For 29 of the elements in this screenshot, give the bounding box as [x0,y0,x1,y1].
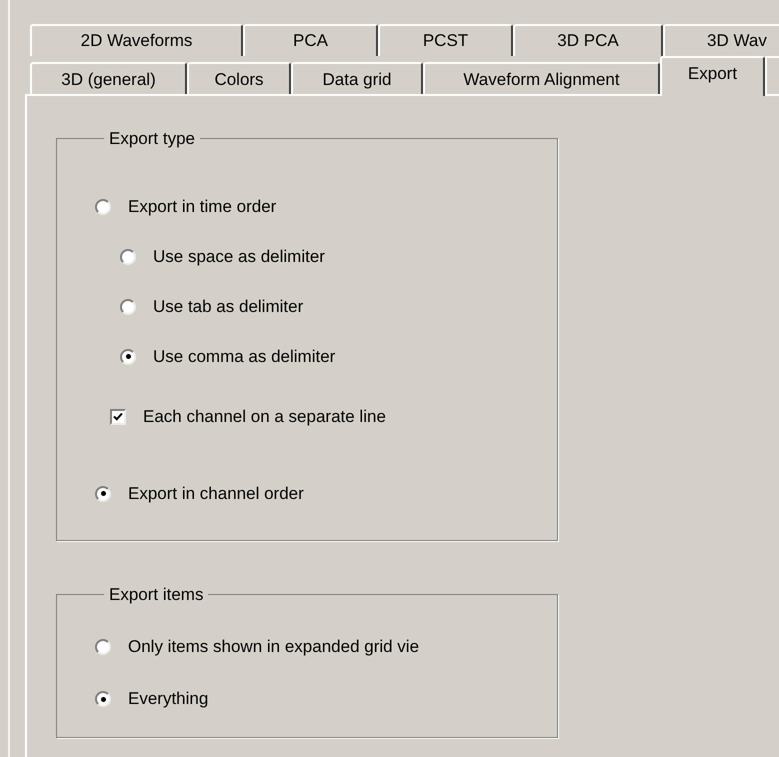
tab[interactable]: 3D (general) [30,62,187,96]
option-label: Use space as delimiter [153,246,325,268]
checkbox[interactable] [110,408,126,424]
tab[interactable]: PCST [378,24,513,56]
tab[interactable]: Colors [187,62,291,96]
radio-button[interactable] [95,198,111,214]
option-label: Use comma as delimiter [153,346,336,368]
option-label: Export in channel order [128,482,304,505]
group-title: Export items [108,584,204,606]
option-label: Everything [128,688,208,710]
option-label: Only items shown in expanded grid vie [128,636,420,658]
radio-button[interactable] [95,691,111,707]
tab[interactable]: 3D Wav [663,24,779,56]
tab[interactable]: 3D PCA [513,24,663,56]
radio-button[interactable] [95,639,111,655]
option-label: Use tab as delimiter [153,296,304,318]
radio-button[interactable] [95,486,111,502]
option-label: Export in time order [128,196,276,218]
check-icon [113,412,123,421]
option-label: Each channel on a separate line [143,406,386,428]
tab[interactable]: 2D Waveforms [30,24,243,56]
radio-button[interactable] [120,298,136,314]
tab[interactable]: PCA [243,24,378,56]
tab[interactable]: Waveform Alignment [423,62,660,96]
radio-button[interactable] [120,348,136,364]
tab[interactable]: Export [660,56,765,96]
tab[interactable]: Data grid [291,62,423,96]
group-title: Export type [108,128,196,150]
radio-button[interactable] [120,248,136,264]
